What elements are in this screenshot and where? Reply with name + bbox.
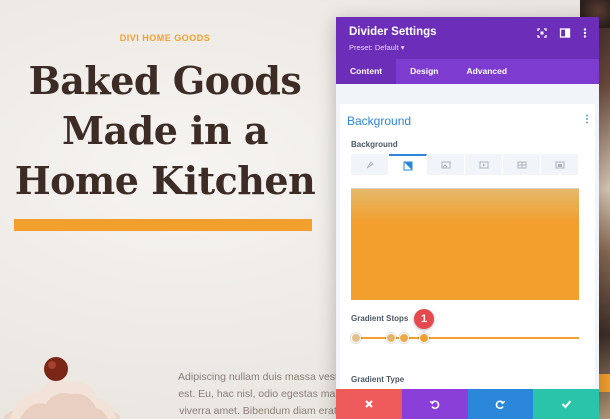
section-title-background[interactable]: Background bbox=[347, 114, 411, 128]
hero-title: Baked Goods Made in a Home Kitchen bbox=[14, 58, 316, 203]
redo-button[interactable] bbox=[467, 389, 534, 419]
check-icon bbox=[561, 400, 571, 409]
undo-button[interactable] bbox=[401, 389, 468, 419]
discard-button[interactable] bbox=[336, 389, 402, 419]
none-icon[interactable] bbox=[351, 154, 389, 175]
image-icon[interactable] bbox=[427, 154, 465, 175]
gradient-stop-1[interactable] bbox=[351, 333, 361, 343]
close-icon bbox=[365, 400, 373, 408]
gradient-stop-2[interactable] bbox=[386, 333, 396, 343]
expand-icon[interactable] bbox=[536, 27, 548, 39]
gradient-type-label: Gradient Type bbox=[351, 375, 405, 384]
tab-design[interactable]: Design bbox=[396, 59, 452, 84]
gradient-stop-3[interactable] bbox=[399, 333, 409, 343]
modal-header[interactable]: Divider Settings Preset: Default ▾ bbox=[336, 17, 599, 59]
modal-footer bbox=[336, 389, 599, 419]
undo-icon bbox=[429, 400, 440, 409]
section-menu-icon[interactable]: ⋮ bbox=[582, 115, 592, 125]
hero-divider-bar[interactable] bbox=[14, 219, 312, 231]
gradient-stop-4[interactable] bbox=[419, 333, 429, 343]
modal-tabs: Content Design Advanced bbox=[336, 59, 599, 84]
mask-icon[interactable] bbox=[541, 154, 579, 175]
divider-settings-modal: Divider Settings Preset: Default ▾ Conte… bbox=[336, 17, 599, 419]
side-accent bbox=[598, 374, 610, 392]
more-icon[interactable] bbox=[579, 27, 591, 39]
redo-icon bbox=[495, 400, 506, 409]
preset-selector[interactable]: Preset: Default ▾ bbox=[349, 43, 404, 52]
video-icon[interactable] bbox=[465, 154, 503, 175]
save-button[interactable] bbox=[533, 389, 599, 419]
gradient-icon[interactable] bbox=[389, 154, 427, 175]
cupcake-image bbox=[4, 357, 120, 419]
hero-eyebrow: DIVI HOME GOODS bbox=[119, 33, 211, 43]
sidebar-icon[interactable] bbox=[559, 27, 571, 39]
tab-content[interactable]: Content bbox=[336, 59, 397, 84]
background-type-tabs bbox=[351, 154, 579, 175]
step-badge: 1 bbox=[414, 309, 434, 329]
background-label: Background bbox=[351, 140, 398, 149]
gradient-stops-label: Gradient Stops bbox=[351, 314, 409, 323]
gradient-preview[interactable] bbox=[351, 188, 579, 300]
pattern-icon[interactable] bbox=[503, 154, 541, 175]
modal-title: Divider Settings bbox=[349, 26, 437, 38]
tab-advanced[interactable]: Advanced bbox=[452, 59, 521, 84]
hero-body-text: Adipiscing nullam duis massa vest est. E… bbox=[178, 371, 338, 417]
